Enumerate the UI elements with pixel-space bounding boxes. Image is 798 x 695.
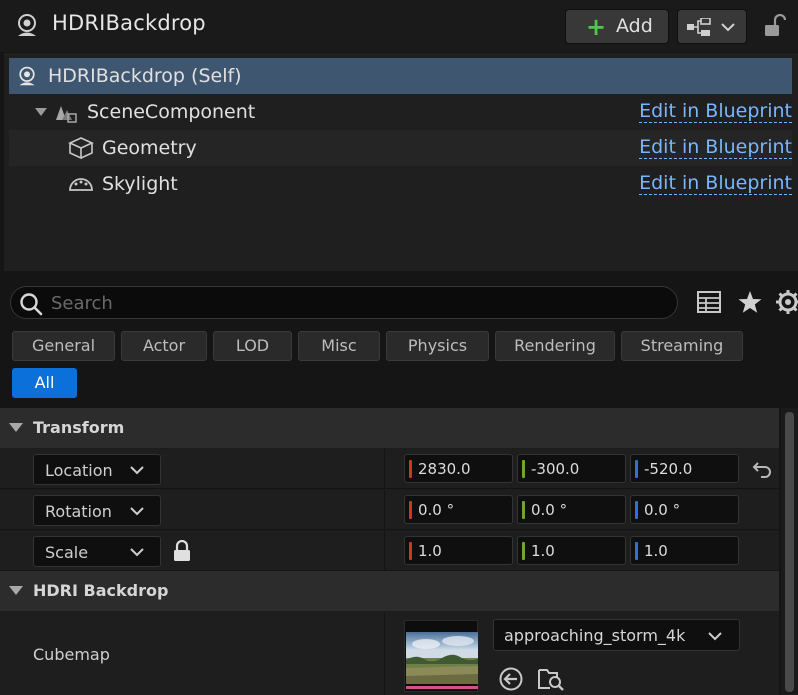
- cubemap-row: Cubemap approaching_storm_4k: [0, 612, 779, 695]
- scale-row: Scale 1.0 1.0 1.0: [0, 531, 779, 571]
- blueprint-icon: [687, 18, 711, 36]
- section-title: HDRI Backdrop: [33, 581, 169, 600]
- location-z-field[interactable]: -520.0: [630, 454, 739, 483]
- chevron-down-icon: [721, 23, 735, 32]
- browse-icon[interactable]: [537, 666, 565, 692]
- details-scrollbar[interactable]: [781, 408, 798, 695]
- chevron-down-icon: [708, 632, 722, 641]
- search-box[interactable]: [10, 286, 678, 319]
- filter-tab-general[interactable]: General: [12, 331, 115, 361]
- rotation-row: Rotation 0.0 ° 0.0 ° 0.0 °: [0, 490, 779, 530]
- scale-z-value: 1.0: [644, 542, 668, 560]
- location-x-value: 2830.0: [418, 460, 471, 478]
- star-icon[interactable]: [736, 288, 764, 316]
- hdri-section-header[interactable]: HDRI Backdrop: [0, 571, 779, 611]
- rotation-dropdown[interactable]: Rotation: [33, 495, 161, 526]
- gear-icon[interactable]: [774, 288, 798, 316]
- asset-type-bar: [406, 686, 478, 689]
- add-component-button[interactable]: + Add: [565, 9, 669, 44]
- lock-icon[interactable]: [764, 14, 786, 38]
- edit-in-blueprint-link[interactable]: Edit in Blueprint: [639, 173, 792, 195]
- section-title: Transform: [33, 418, 125, 437]
- location-y-field[interactable]: -300.0: [517, 454, 626, 483]
- rotation-y-value: 0.0 °: [531, 501, 568, 519]
- tree-row-self[interactable]: HDRIBackdrop (Self): [9, 58, 792, 94]
- location-label: Location: [45, 461, 113, 480]
- rotation-x-value: 0.0 °: [418, 501, 455, 519]
- rotation-z-value: 0.0 °: [644, 501, 681, 519]
- tree-row-scene-component[interactable]: SceneComponent Edit in Blueprint: [9, 94, 792, 130]
- chevron-down-icon: [130, 466, 144, 475]
- add-button-label: Add: [616, 15, 653, 37]
- reset-icon[interactable]: [752, 460, 772, 478]
- collapse-arrow-icon[interactable]: [35, 108, 47, 116]
- scale-y-field[interactable]: 1.0: [517, 536, 626, 565]
- use-selected-icon[interactable]: [498, 666, 524, 692]
- location-dropdown[interactable]: Location: [33, 454, 161, 485]
- plus-icon: +: [586, 13, 607, 41]
- filter-tab-lod[interactable]: LOD: [213, 331, 292, 361]
- filter-tab-rendering[interactable]: Rendering: [495, 331, 615, 361]
- chevron-down-icon: [130, 507, 144, 516]
- table-icon[interactable]: [695, 288, 723, 316]
- chevron-down-icon: [130, 548, 144, 557]
- location-y-value: -300.0: [531, 460, 580, 478]
- rotation-z-field[interactable]: 0.0 °: [630, 495, 739, 524]
- actor-icon: [19, 66, 35, 86]
- filter-tab-actor[interactable]: Actor: [121, 331, 207, 361]
- filter-tab-all[interactable]: All: [12, 368, 77, 398]
- cubemap-label: Cubemap: [33, 645, 110, 664]
- filter-tab-physics[interactable]: Physics: [386, 331, 489, 361]
- cubemap-asset-dropdown[interactable]: approaching_storm_4k: [493, 619, 740, 651]
- component-tree: HDRIBackdrop (Self) SceneComponent Edit …: [4, 53, 798, 271]
- collapse-arrow-icon: [9, 586, 23, 595]
- cubemap-thumbnail[interactable]: [404, 620, 478, 692]
- blueprint-options-button[interactable]: [677, 9, 747, 44]
- scale-label: Scale: [45, 543, 89, 562]
- scale-dropdown[interactable]: Scale: [33, 536, 161, 567]
- tree-row-geometry[interactable]: Geometry Edit in Blueprint: [9, 130, 792, 166]
- lock-icon[interactable]: [172, 540, 192, 562]
- location-z-value: -520.0: [644, 460, 693, 478]
- tree-row-label: Geometry: [102, 137, 197, 159]
- tree-row-label: Skylight: [102, 173, 178, 195]
- actor-icon: [18, 14, 36, 36]
- geometry-icon: [68, 137, 94, 160]
- scale-x-field[interactable]: 1.0: [404, 536, 513, 565]
- edit-in-blueprint-link[interactable]: Edit in Blueprint: [639, 137, 792, 159]
- skylight-icon: [69, 178, 93, 191]
- scrollbar-thumb[interactable]: [785, 412, 794, 692]
- rotation-label: Rotation: [45, 502, 112, 521]
- tree-row-label: SceneComponent: [87, 101, 256, 123]
- search-input[interactable]: [51, 290, 661, 316]
- details-header: HDRIBackdrop + Add: [0, 0, 798, 52]
- scale-y-value: 1.0: [531, 542, 555, 560]
- rotation-x-field[interactable]: 0.0 °: [404, 495, 513, 524]
- location-row: Location 2830.0 -300.0 -520.0: [0, 449, 779, 489]
- cubemap-preview-image: [406, 632, 478, 684]
- tree-row-skylight[interactable]: Skylight Edit in Blueprint: [9, 166, 792, 202]
- location-x-field[interactable]: 2830.0: [404, 454, 513, 483]
- cubemap-asset-value: approaching_storm_4k: [504, 626, 686, 645]
- tree-row-label: HDRIBackdrop (Self): [48, 65, 242, 87]
- scene-component-icon: [56, 106, 77, 123]
- actor-title: HDRIBackdrop: [52, 11, 206, 35]
- collapse-arrow-icon: [9, 423, 23, 432]
- transform-section-header[interactable]: Transform: [0, 408, 779, 448]
- details-panel: Transform Location 2830.0 -300.0 -520.0 …: [0, 408, 779, 695]
- search-icon: [20, 293, 43, 316]
- edit-in-blueprint-link[interactable]: Edit in Blueprint: [639, 101, 792, 123]
- scale-x-value: 1.0: [418, 542, 442, 560]
- filter-tab-misc[interactable]: Misc: [298, 331, 380, 361]
- scale-z-field[interactable]: 1.0: [630, 536, 739, 565]
- rotation-y-field[interactable]: 0.0 °: [517, 495, 626, 524]
- filter-tab-streaming[interactable]: Streaming: [621, 331, 743, 361]
